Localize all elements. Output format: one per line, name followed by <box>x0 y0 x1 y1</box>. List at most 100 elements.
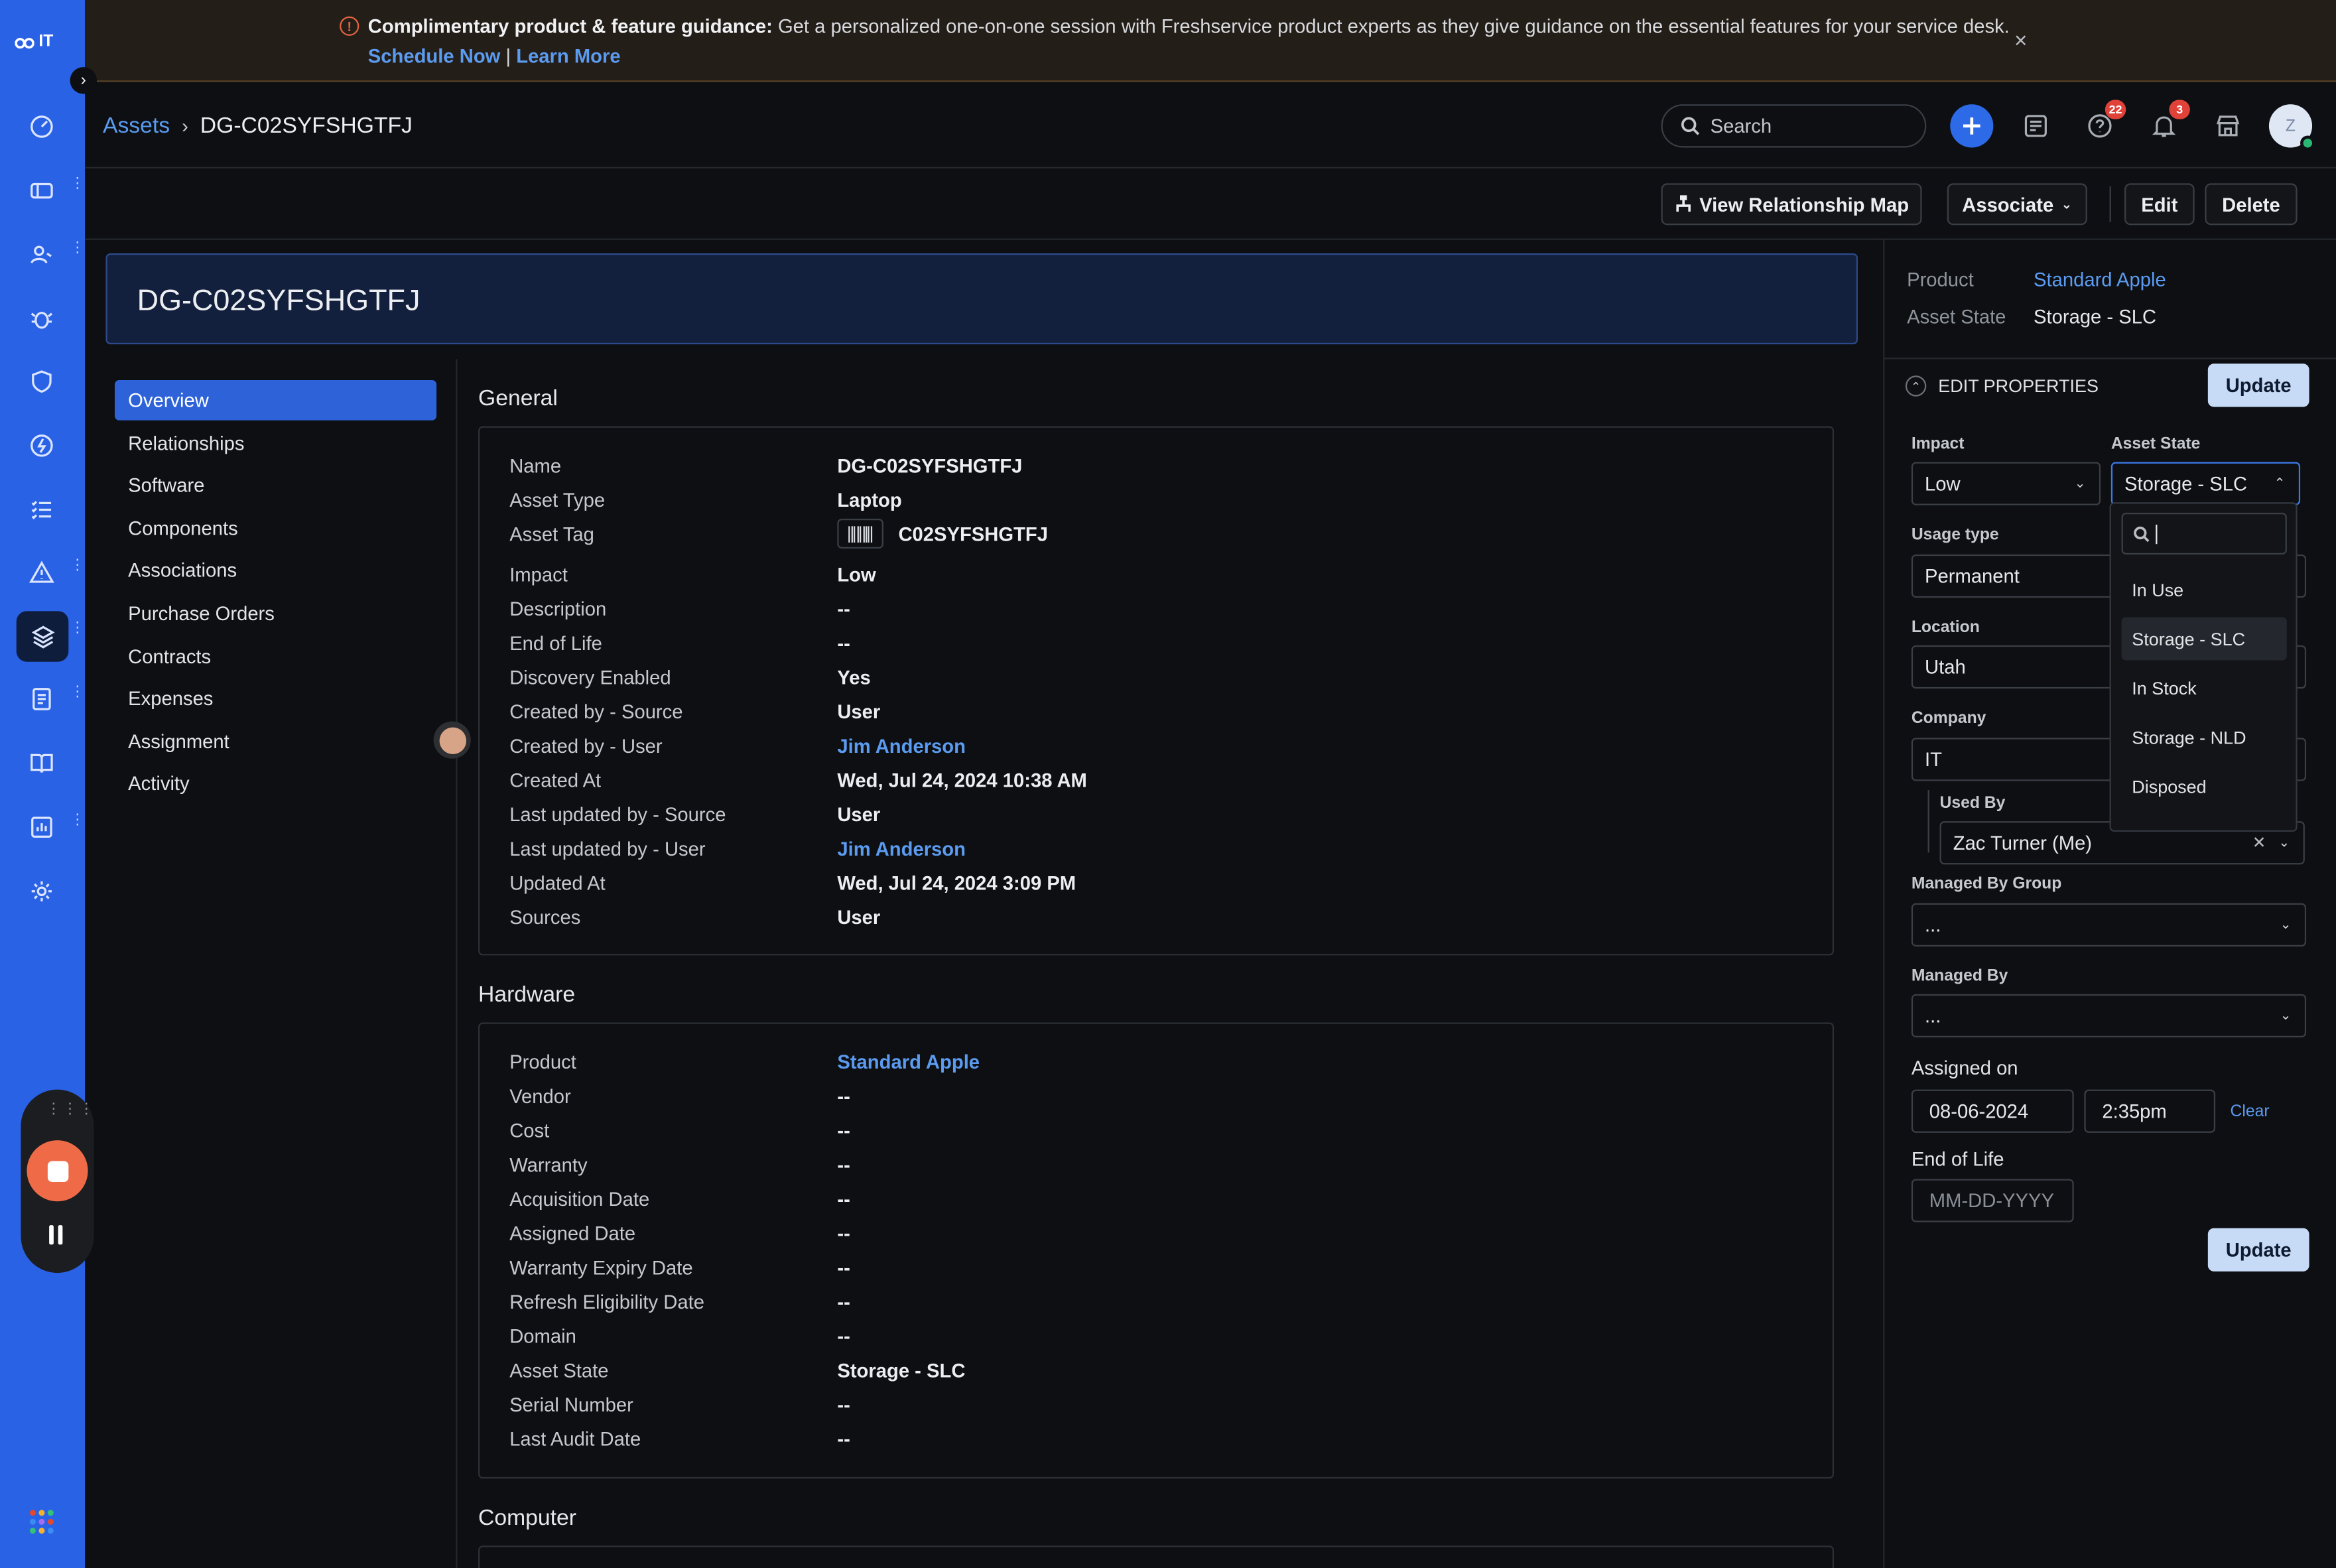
asset-tag-text: C02SYFSHGTFJ <box>898 522 1049 545</box>
rail-assets-more-icon[interactable]: ⋮ <box>70 621 85 644</box>
managed-by-group-select[interactable]: ... ⌄ <box>1911 903 2307 947</box>
assigned-date-input[interactable]: 08-06-2024 <box>1911 1089 2074 1133</box>
rail-problems-bug-icon[interactable] <box>21 298 62 340</box>
global-search-input[interactable]: Search <box>1661 104 1927 148</box>
nav-assignment[interactable]: Assignment <box>115 721 436 761</box>
learn-more-link[interactable]: Learn More <box>516 44 620 67</box>
end-of-life-input[interactable]: MM-DD-YYYY <box>1911 1179 2074 1222</box>
asset-state-dropdown-menu: In Use Storage - SLC In Stock Storage - … <box>2109 502 2298 832</box>
created-by-user-link[interactable]: Jim Anderson <box>837 734 966 757</box>
freshservice-logo-icon <box>15 36 34 48</box>
field-value: Wed, Jul 24, 2024 3:09 PM <box>837 871 1076 894</box>
associate-dropdown-button[interactable]: Associate ⌄ <box>1947 183 2087 226</box>
view-relationship-map-label: View Relationship Map <box>1699 193 1910 216</box>
updated-by-user-link[interactable]: Jim Anderson <box>837 837 966 860</box>
breadcrumb-chevron-icon: › <box>182 115 188 137</box>
nav-contracts[interactable]: Contracts <box>115 636 436 677</box>
dropdown-option-in-use[interactable]: In Use <box>2122 568 2287 611</box>
rail-contracts-more-icon[interactable]: ⋮ <box>70 685 85 708</box>
view-relationship-map-button[interactable]: View Relationship Map <box>1661 183 1922 226</box>
product-link[interactable]: Standard Apple <box>837 1050 980 1073</box>
expand-rail-chevron-icon[interactable]: › <box>70 67 97 94</box>
guidance-banner: ! Complimentary product & feature guidan… <box>85 0 2336 82</box>
nav-components[interactable]: Components <box>115 508 436 549</box>
rail-tasks-list-icon[interactable] <box>21 489 62 531</box>
chevron-up-icon: ⌃ <box>2274 475 2286 491</box>
edit-properties-toggle[interactable]: ⌃ EDIT PROPERTIES <box>1905 375 2099 397</box>
recorder-grip-icon[interactable]: ⋮⋮⋮ <box>46 1102 96 1118</box>
field-value: -- <box>837 1221 850 1244</box>
field-label: Created by - Source <box>509 700 683 722</box>
field-value: -- <box>837 1084 850 1107</box>
field-label: Last updated by - Source <box>509 803 726 825</box>
end-of-life-placeholder: MM-DD-YYYY <box>1929 1189 2054 1212</box>
rail-assets-layers-icon[interactable] <box>16 611 69 662</box>
left-rail: IT ⋮ ⋮ ⋮ ⋮ ⋮ ⋮ ⋮⋮⋮ <box>0 0 94 1568</box>
associate-label: Associate <box>1962 193 2054 216</box>
dropdown-search-input[interactable] <box>2121 513 2287 555</box>
nav-relationships[interactable]: Relationships <box>115 423 436 463</box>
delete-button[interactable]: Delete <box>2205 183 2298 226</box>
new-item-button[interactable] <box>1950 104 1994 148</box>
nav-overview[interactable]: Overview <box>114 380 437 421</box>
clear-used-by-icon[interactable]: ✕ <box>2252 833 2266 852</box>
barcode-icon[interactable] <box>837 519 883 549</box>
managed-by-select[interactable]: ... ⌄ <box>1911 994 2307 1038</box>
usage-type-value: Permanent <box>1925 564 2020 588</box>
rail-tickets-icon[interactable] <box>21 170 62 212</box>
update-button-bottom[interactable]: Update <box>2207 1228 2309 1272</box>
rail-reports-more-icon[interactable]: ⋮ <box>70 813 85 836</box>
rail-changes-bolt-icon[interactable] <box>21 425 62 466</box>
banner-close-icon[interactable]: × <box>2014 29 2028 54</box>
rail-knowledge-book-icon[interactable] <box>21 742 62 784</box>
rail-users-icon[interactable] <box>21 234 62 276</box>
user-avatar[interactable]: Z <box>2268 104 2315 151</box>
recorder-stop-button[interactable] <box>27 1140 88 1202</box>
rail-shield-icon[interactable] <box>21 361 62 403</box>
impact-select[interactable]: Low ⌄ <box>1911 462 2101 505</box>
assigned-time-input[interactable]: 2:35pm <box>2084 1089 2216 1133</box>
help-button[interactable]: 22 <box>2078 99 2126 147</box>
rail-tickets-more-icon[interactable]: ⋮ <box>70 176 85 200</box>
dropdown-option-in-stock[interactable]: In Stock <box>2122 666 2287 709</box>
recorder-pause-button[interactable] <box>49 1225 67 1246</box>
nav-activity[interactable]: Activity <box>115 763 436 804</box>
nav-purchase-orders[interactable]: Purchase Orders <box>115 593 436 633</box>
asset-state-select[interactable]: Storage - SLC ⌃ <box>2110 462 2301 505</box>
notifications-button[interactable]: 3 <box>2142 99 2190 147</box>
field-label: Assigned Date <box>509 1221 636 1244</box>
managed-by-label: Managed By <box>1911 967 2008 986</box>
breadcrumb-assets-link[interactable]: Assets <box>103 113 170 139</box>
field-value: -- <box>837 1392 850 1415</box>
app-logo[interactable]: IT <box>15 30 68 54</box>
search-icon <box>1681 117 1700 135</box>
rail-apps-grid-icon[interactable] <box>29 1510 54 1534</box>
panel-product-link[interactable]: Standard Apple <box>2034 268 2166 291</box>
dropdown-option-storage-slc[interactable]: Storage - SLC <box>2121 617 2287 661</box>
schedule-now-link[interactable]: Schedule Now <box>368 44 501 67</box>
rail-users-more-icon[interactable]: ⋮ <box>70 241 85 264</box>
rail-contracts-icon[interactable] <box>21 678 62 720</box>
clear-assigned-link[interactable]: Clear <box>2231 1103 2270 1121</box>
rail-dashboard-icon[interactable] <box>21 106 62 148</box>
dropdown-option-storage-nld[interactable]: Storage - NLD <box>2122 716 2287 759</box>
service-catalog-button[interactable] <box>2014 104 2057 147</box>
nav-associations[interactable]: Associations <box>115 551 436 591</box>
nav-software[interactable]: Software <box>115 466 436 506</box>
dropdown-option-disposed[interactable]: Disposed <box>2122 765 2287 808</box>
rail-alert-more-icon[interactable]: ⋮ <box>70 558 85 581</box>
nav-expenses[interactable]: Expenses <box>115 679 436 719</box>
app-logo-text: IT <box>38 33 54 51</box>
asset-action-bar: View Relationship Map Associate ⌄ Edit D… <box>85 168 2336 240</box>
rail-settings-gear-icon[interactable] <box>21 870 62 912</box>
stop-icon <box>46 1160 68 1181</box>
impact-value: Low <box>1925 472 1961 495</box>
edit-button[interactable]: Edit <box>2124 183 2195 226</box>
update-button-top[interactable]: Update <box>2207 363 2309 407</box>
rail-reports-chart-icon[interactable] <box>21 807 62 848</box>
field-value: -- <box>837 1289 850 1313</box>
field-label: Domain <box>509 1324 576 1347</box>
field-value: Storage - SLC <box>837 1358 966 1381</box>
rail-alert-icon[interactable] <box>21 551 62 593</box>
marketplace-button[interactable] <box>2207 104 2250 147</box>
